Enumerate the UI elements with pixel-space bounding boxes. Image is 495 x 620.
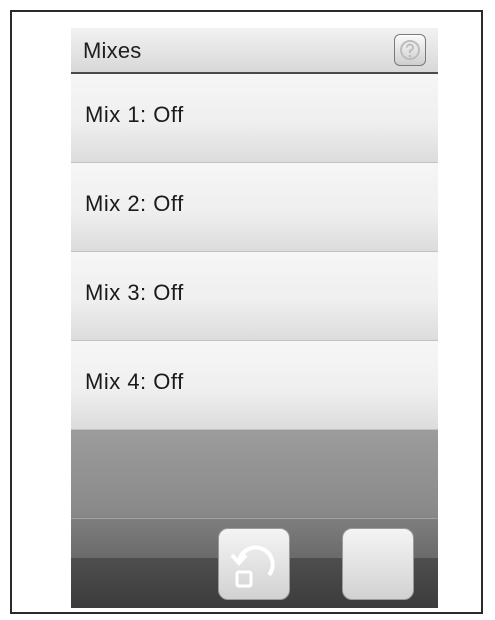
mix-list: Mix 1: Off Mix 2: Off Mix 3: Off Mix 4: … (71, 74, 438, 430)
undo-icon (230, 545, 275, 588)
help-button[interactable] (394, 34, 426, 66)
help-icon (400, 40, 420, 60)
title-bar: Mixes (71, 28, 438, 74)
list-item-mix-4[interactable]: Mix 4: Off (71, 341, 438, 430)
list-item-mix-1[interactable]: Mix 1: Off (71, 74, 438, 163)
list-item-mix-2[interactable]: Mix 2: Off (71, 163, 438, 252)
mix-label: Mix 3: Off (85, 280, 184, 305)
blank-button[interactable] (342, 528, 414, 600)
app-screen: Mixes Mix 1: Off Mix 2: Off Mix 3: Off M… (71, 28, 438, 608)
mix-label: Mix 4: Off (85, 369, 184, 394)
bottom-toolbar (71, 430, 438, 608)
mix-label: Mix 1: Off (85, 102, 184, 127)
undo-button[interactable] (218, 528, 290, 600)
mix-label: Mix 2: Off (85, 191, 184, 216)
page-title: Mixes (83, 38, 142, 63)
list-item-mix-3[interactable]: Mix 3: Off (71, 252, 438, 341)
